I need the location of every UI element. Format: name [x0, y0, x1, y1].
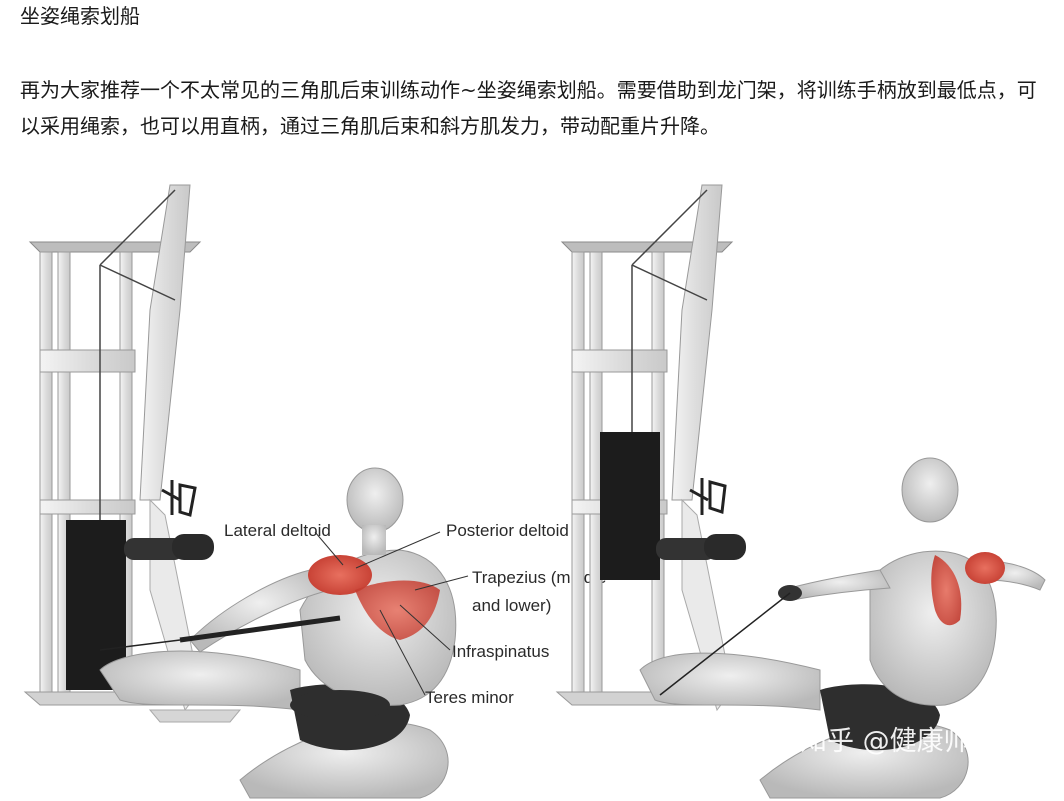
article-heading: 坐姿绳索划船 [20, 4, 140, 28]
article-paragraph: 再为大家推荐一个不太常见的三角肌后束训练动作~坐姿绳索划船。需要借助到龙门架，将… [20, 78, 1037, 138]
label-infraspinatus: Infraspinatus [452, 642, 549, 661]
label-teres-minor: Teres minor [425, 688, 514, 707]
label-posterior-deltoid: Posterior deltoid [446, 521, 569, 540]
label-lateral-deltoid: Lateral deltoid [224, 521, 331, 540]
exercise-illustration: Lateral deltoid Posterior deltoid Trapez… [0, 170, 1064, 801]
label-trapezius-line2: and lower) [472, 596, 551, 615]
zhihu-watermark: 知乎 @健康帅帅 [800, 726, 998, 757]
label-trapezius-line1: Trapezius (middle [472, 568, 606, 587]
right-cable-machine [555, 184, 759, 712]
